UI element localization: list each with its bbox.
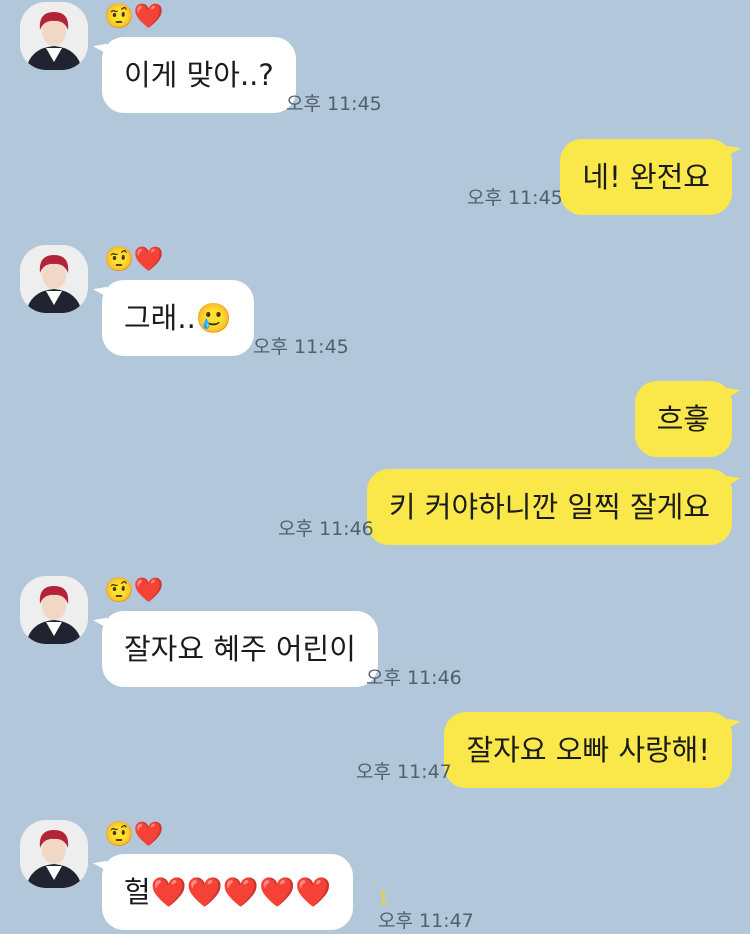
message-time-1: 오후 11:45 xyxy=(286,93,382,115)
sender-name: 🤨❤️ xyxy=(104,245,164,273)
avatar-image xyxy=(20,820,88,888)
sender-name: 🤨❤️ xyxy=(104,576,164,604)
message-bubble-1[interactable]: 이게 맞아..? xyxy=(102,37,296,113)
message-time-8: 오후 11:47 xyxy=(378,910,474,932)
avatar[interactable] xyxy=(20,576,88,644)
sender-name: 🤨❤️ xyxy=(104,2,164,30)
message-time-3: 오후 11:45 xyxy=(253,336,349,358)
unread-count: 1 xyxy=(378,889,389,909)
message-bubble-5[interactable]: 키 커야하니깐 일찍 잘게요 xyxy=(366,469,732,545)
message-bubble-2[interactable]: 네! 완전요 xyxy=(560,139,732,215)
message-time-7: 오후 11:47 xyxy=(356,761,452,783)
message-time-6: 오후 11:46 xyxy=(366,667,462,689)
avatar[interactable] xyxy=(20,820,88,888)
avatar[interactable] xyxy=(20,245,88,313)
avatar[interactable] xyxy=(20,2,88,70)
message-bubble-4[interactable]: 흐흫 xyxy=(634,381,732,457)
message-bubble-7[interactable]: 잘자요 오빠 사랑해! xyxy=(444,712,732,788)
message-bubble-3[interactable]: 그래..🥲 xyxy=(102,280,254,356)
message-bubble-6[interactable]: 잘자요 혜주 어린이 xyxy=(102,611,378,687)
sender-name: 🤨❤️ xyxy=(104,820,164,848)
avatar-image xyxy=(20,245,88,313)
avatar-image xyxy=(20,576,88,644)
avatar-image xyxy=(20,2,88,70)
message-time-2: 오후 11:45 xyxy=(467,187,563,209)
message-time-5: 오후 11:46 xyxy=(278,518,374,540)
message-bubble-8[interactable]: 헐❤️❤️❤️❤️❤️ xyxy=(102,854,354,930)
